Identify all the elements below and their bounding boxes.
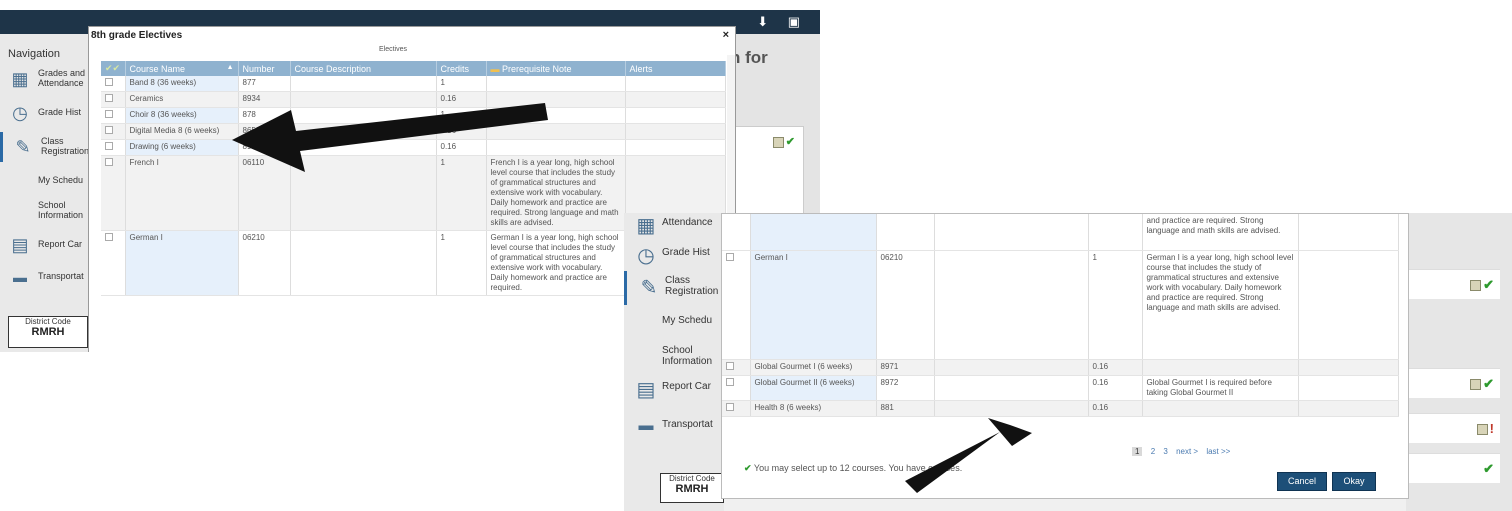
annotation-arrows xyxy=(232,103,1032,493)
arrow-pointing-to-course-list xyxy=(232,103,548,172)
arrow-pointing-to-pagination xyxy=(905,418,1032,493)
